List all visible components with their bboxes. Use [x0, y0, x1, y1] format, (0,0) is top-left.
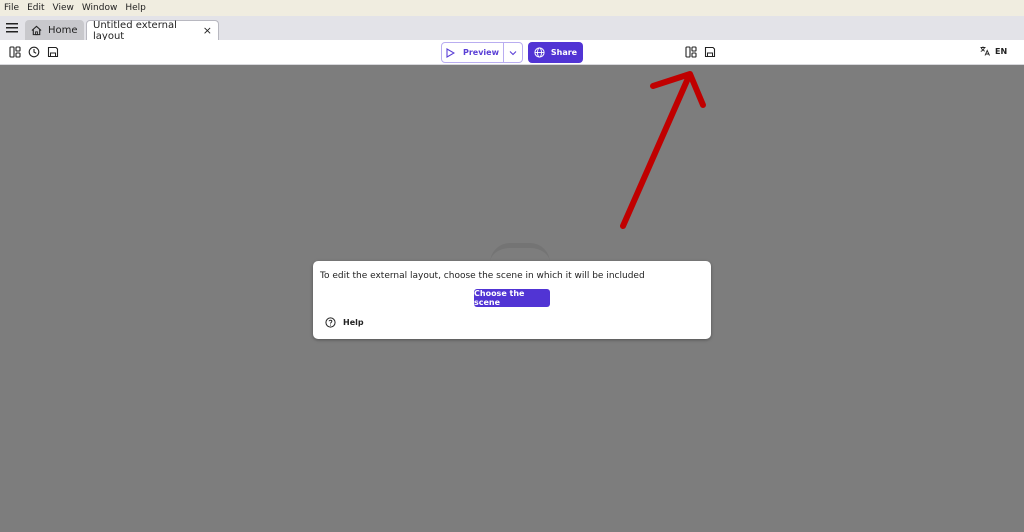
preview-label: Preview [462, 48, 499, 57]
preview-group: Preview [441, 42, 523, 63]
help-circle-icon [325, 317, 336, 328]
history-icon[interactable] [27, 45, 41, 59]
preview-button[interactable]: Preview [442, 43, 504, 62]
menu-bar: File Edit View Window Help [0, 0, 1024, 16]
globe-icon [534, 47, 545, 58]
share-label: Share [550, 48, 578, 57]
background-logo [490, 243, 550, 263]
tab-bar: Home Untitled external layout × [0, 16, 1024, 42]
translate-icon [980, 46, 990, 56]
menu-icon[interactable] [0, 16, 24, 40]
panels-icon[interactable] [684, 45, 698, 59]
language-selector[interactable]: EN [980, 46, 1007, 56]
menu-window[interactable]: Window [82, 3, 118, 13]
menu-edit[interactable]: Edit [27, 3, 44, 13]
annotation-arrow-shaft [620, 73, 692, 229]
annotation-arrow-head [650, 71, 706, 108]
choose-scene-button[interactable]: Choose the scene [474, 289, 550, 307]
tab-external-layout-label: Untitled external layout [93, 19, 177, 42]
choose-scene-dialog: To edit the external layout, choose the … [313, 261, 711, 339]
tab-home-label: Home [48, 24, 78, 36]
share-button[interactable]: Share [528, 42, 583, 63]
chevron-down-icon[interactable] [504, 43, 522, 62]
menu-file[interactable]: File [4, 3, 19, 13]
home-icon [31, 25, 42, 36]
help-link[interactable]: Help [325, 317, 364, 328]
toolbar: Preview Share EN [0, 40, 1024, 65]
tab-external-layout[interactable]: Untitled external layout × [86, 19, 219, 42]
close-icon[interactable]: × [203, 24, 212, 37]
save-icon[interactable] [46, 45, 60, 59]
save-icon[interactable] [703, 45, 717, 59]
menu-view[interactable]: View [53, 3, 74, 13]
help-label: Help [343, 318, 364, 327]
tab-home[interactable]: Home [25, 20, 84, 40]
language-label: EN [995, 46, 1008, 56]
menu-help[interactable]: Help [125, 3, 146, 13]
panels-icon[interactable] [8, 45, 22, 59]
dialog-message: To edit the external layout, choose the … [320, 271, 645, 281]
play-icon [446, 47, 455, 58]
